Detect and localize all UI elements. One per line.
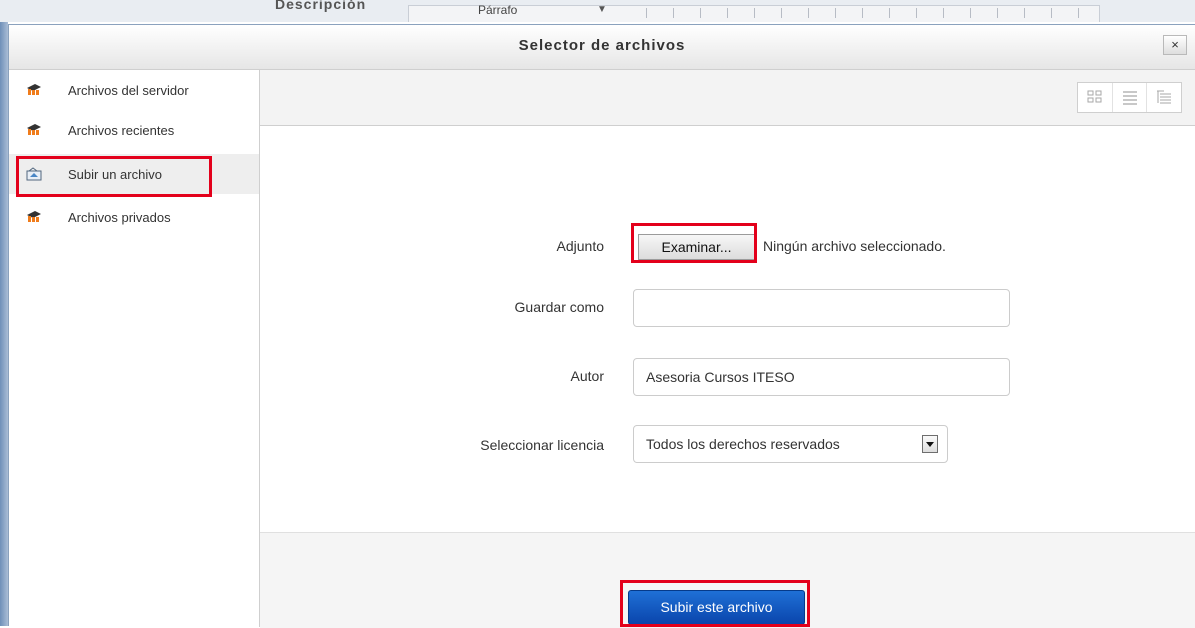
close-icon: ×	[1171, 37, 1179, 52]
content-toolbar	[260, 70, 1195, 126]
license-row: Seleccionar licencia	[260, 425, 604, 465]
sidebar-item-private-files[interactable]: Archivos privados	[9, 197, 259, 237]
moodle-icon	[27, 124, 41, 135]
save-as-input[interactable]	[633, 289, 1010, 327]
window-edge	[0, 22, 8, 626]
view-mode-switcher	[1077, 82, 1182, 113]
moodle-icon	[27, 84, 41, 95]
file-picker-dialog: Selector de archivos × Archivos del serv…	[8, 24, 1195, 628]
author-input[interactable]	[633, 358, 1010, 396]
dialog-titlebar: Selector de archivos ×	[9, 25, 1195, 70]
chevron-down-icon: ▼	[597, 4, 607, 15]
sidebar-item-label: Archivos del servidor	[68, 83, 189, 98]
save-as-row: Guardar como	[260, 287, 604, 327]
license-select[interactable]: Todos los derechos reservados	[633, 425, 948, 463]
no-file-selected-text: Ningún archivo seleccionado.	[763, 238, 946, 254]
icons-view-icon	[1087, 90, 1102, 103]
icons-view-button[interactable]	[1078, 83, 1113, 112]
tree-view-icon	[1157, 90, 1172, 104]
background-editor: Descripción Párrafo ▼	[0, 0, 1195, 22]
highlight-box-upload	[620, 580, 810, 627]
list-view-icon	[1122, 91, 1137, 105]
sidebar-item-label: Archivos recientes	[68, 123, 175, 138]
highlight-box-sidebar	[16, 156, 212, 197]
license-select-value: Todos los derechos reservados	[646, 436, 840, 452]
tree-view-button[interactable]	[1147, 83, 1181, 112]
close-button[interactable]: ×	[1163, 35, 1187, 55]
background-heading: Descripción	[275, 0, 367, 12]
moodle-icon	[27, 211, 41, 222]
sidebar-item-server-files[interactable]: Archivos del servidor	[9, 70, 259, 110]
chevron-down-icon	[922, 435, 938, 453]
background-paragraph-format: Párrafo	[478, 3, 518, 17]
background-toolbar-buttons	[620, 8, 1090, 18]
attachment-row: Adjunto	[260, 230, 604, 260]
repository-sidebar: Archivos del servidor Archivos recientes…	[9, 70, 260, 627]
highlight-box-browse	[631, 223, 757, 263]
dialog-title: Selector de archivos	[518, 37, 686, 54]
save-as-label: Guardar como	[514, 299, 604, 315]
attachment-label: Adjunto	[556, 238, 604, 254]
license-label: Seleccionar licencia	[480, 437, 604, 453]
sidebar-item-label: Archivos privados	[68, 210, 171, 225]
author-row: Autor	[260, 356, 604, 396]
author-label: Autor	[570, 368, 604, 384]
sidebar-item-recent-files[interactable]: Archivos recientes	[9, 110, 259, 150]
list-view-button[interactable]	[1113, 83, 1148, 112]
